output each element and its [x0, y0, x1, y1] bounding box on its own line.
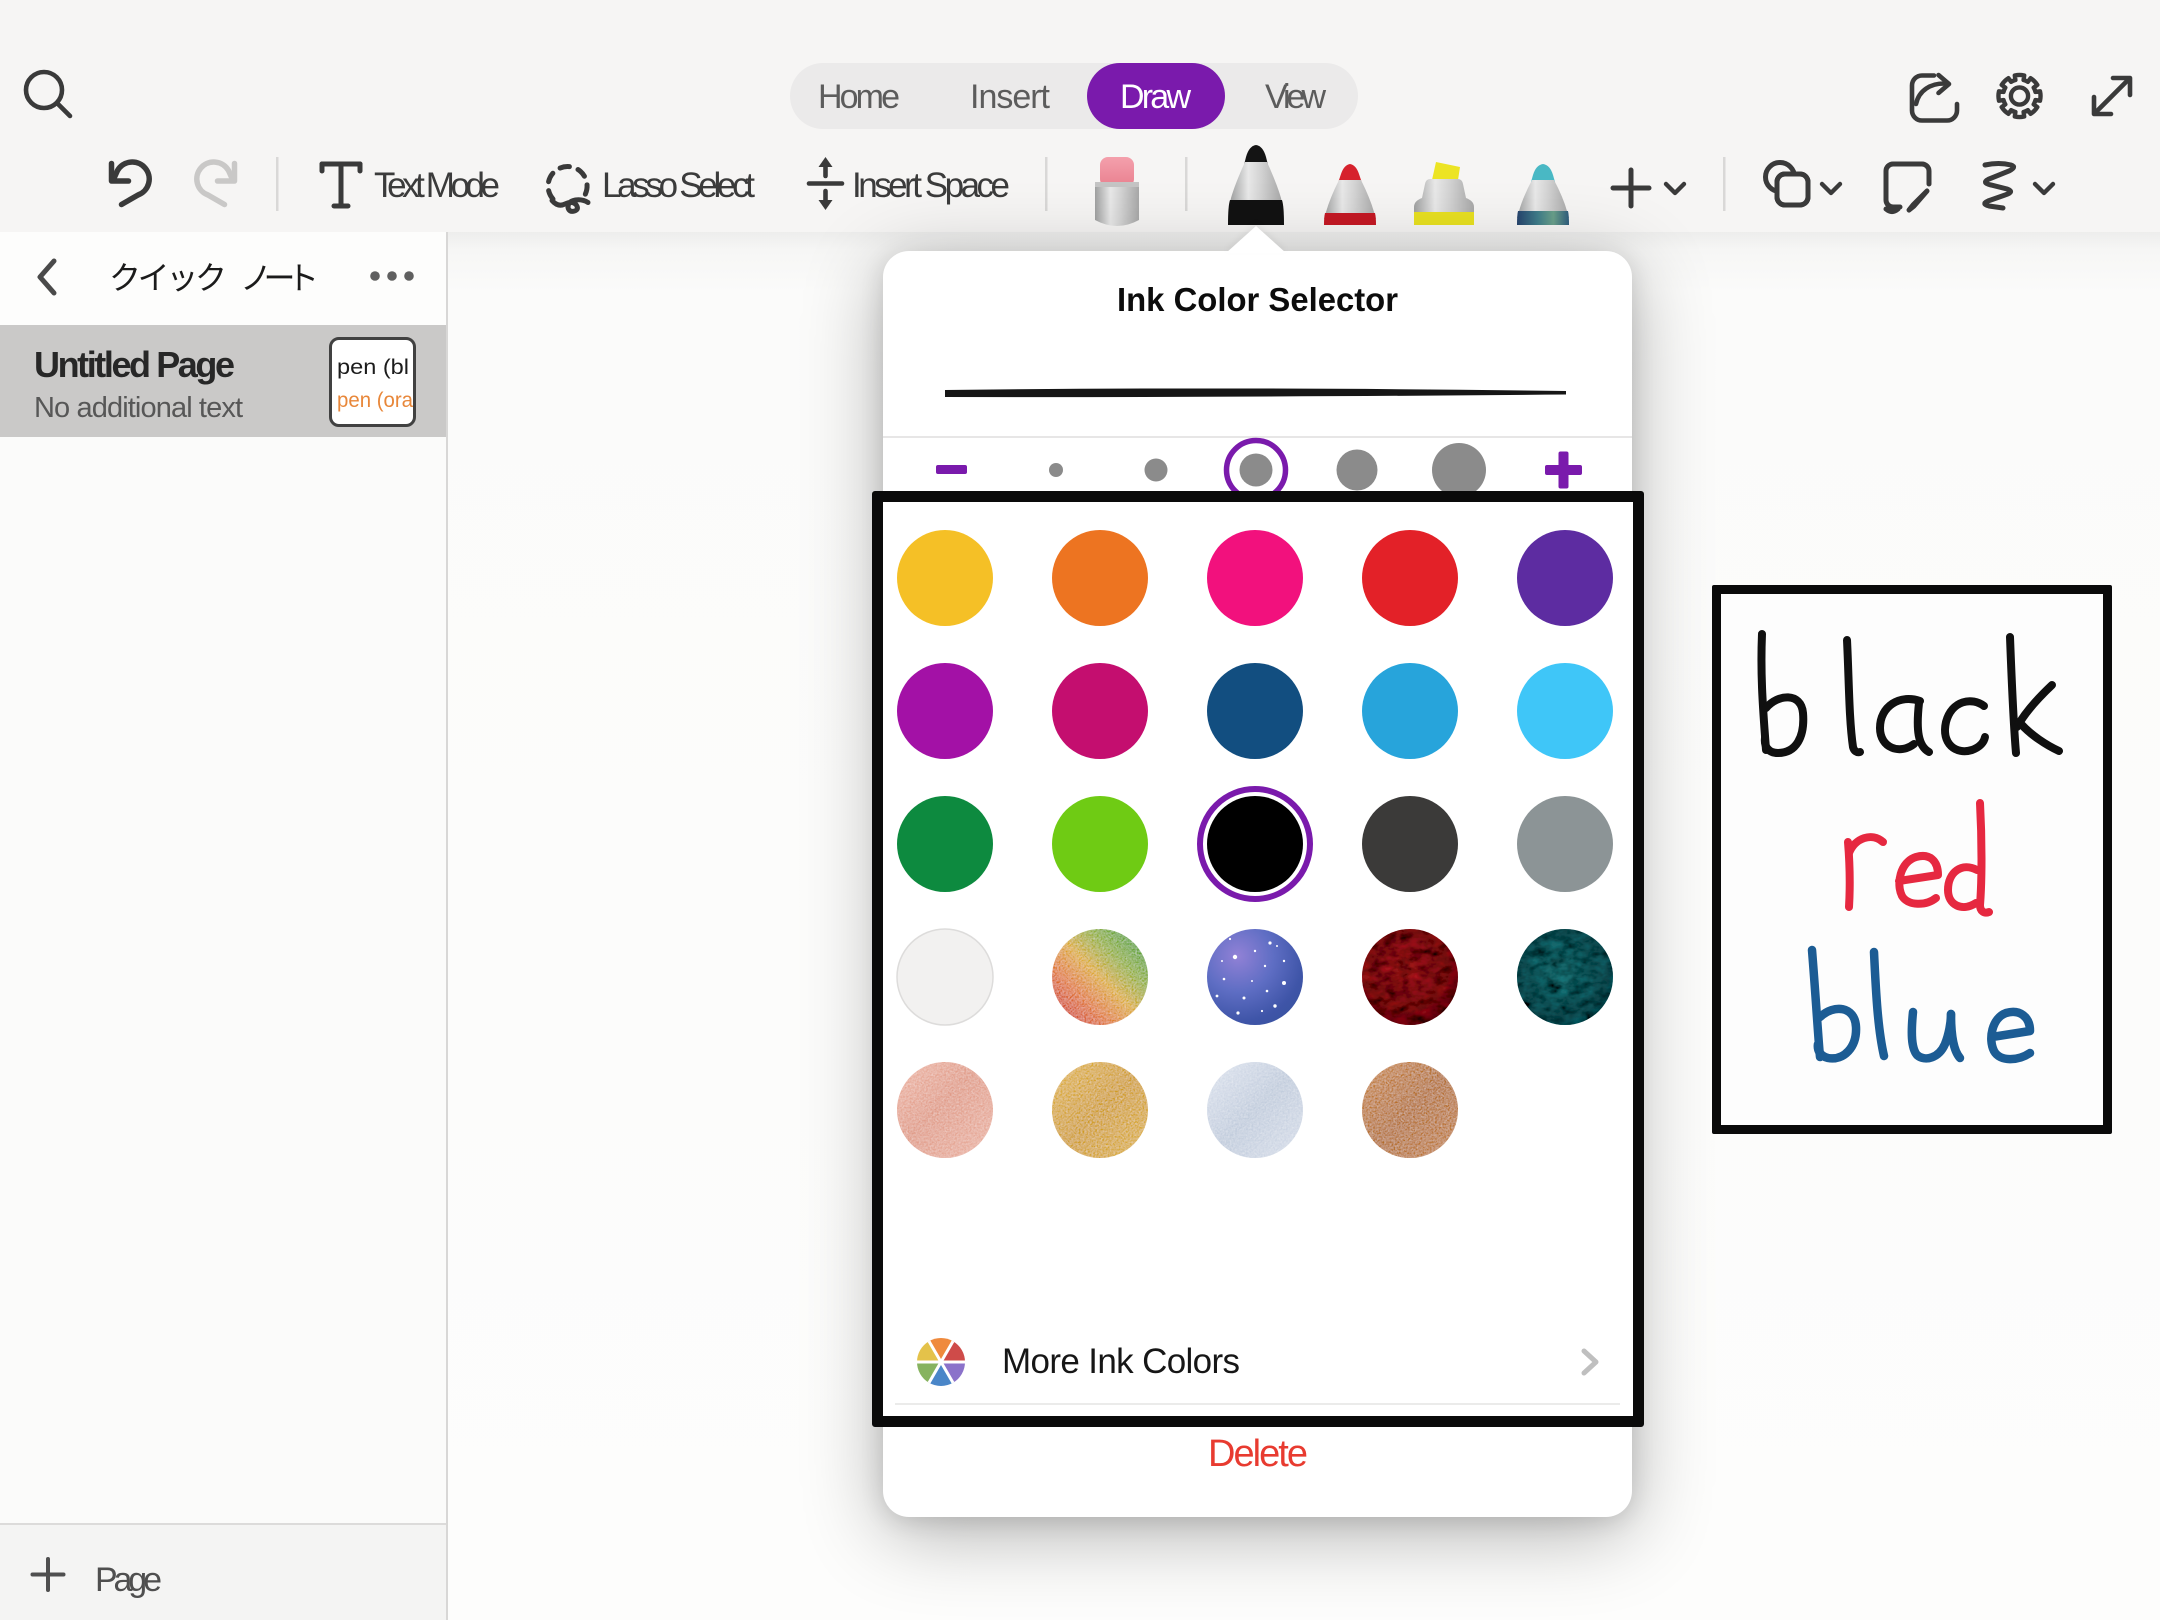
- svg-text:Untitled Page: Untitled Page: [34, 344, 235, 385]
- svg-text:ノート: ノート: [240, 260, 319, 296]
- svg-text:No additional text: No additional text: [34, 392, 243, 424]
- svg-text:Ink Color Selector: Ink Color Selector: [1117, 281, 1398, 318]
- svg-text:pen (ora: pen (ora: [337, 389, 413, 412]
- svg-text:More Ink Colors: More Ink Colors: [1002, 1342, 1240, 1381]
- svg-text:クイック: クイック: [109, 260, 227, 296]
- svg-text:Insert Space: Insert Space: [852, 166, 1010, 205]
- svg-text:Delete: Delete: [1208, 1433, 1308, 1475]
- svg-text:Page: Page: [95, 1561, 162, 1599]
- svg-text:pen (bl: pen (bl: [337, 356, 409, 379]
- svg-text:Lasso Select: Lasso Select: [602, 166, 755, 205]
- svg-text:Text Mode: Text Mode: [374, 166, 500, 205]
